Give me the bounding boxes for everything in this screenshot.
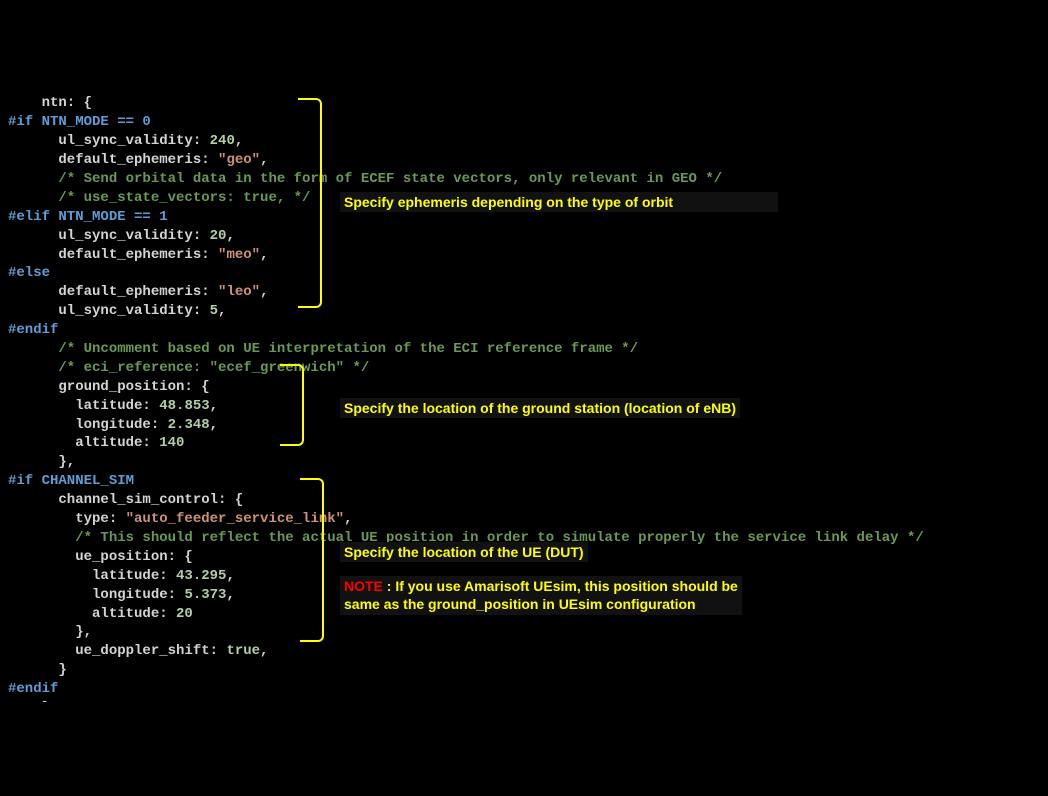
code-line: altitude: xyxy=(8,606,176,622)
annotation-note: NOTE : If you use Amarisoft UEsim, this … xyxy=(340,576,742,616)
code-line: ntn: { xyxy=(8,95,92,111)
code-line: altitude: xyxy=(8,435,159,451)
code-line: latitude: xyxy=(8,568,176,584)
punct: , xyxy=(235,133,243,149)
number: 20 xyxy=(210,228,227,244)
preprocessor-elif: #elif NTN_MODE == 1 xyxy=(8,209,168,225)
number: 43.295 xyxy=(176,568,226,584)
number: 20 xyxy=(176,606,193,622)
punct: , xyxy=(260,643,268,659)
annotation-ground: Specify the location of the ground stati… xyxy=(340,398,740,419)
punct: , xyxy=(210,398,218,414)
punct: , xyxy=(226,568,234,584)
annotation-ue: Specify the location of the UE (DUT) xyxy=(340,542,588,563)
annotation-ephemeris: Specify ephemeris depending on the type … xyxy=(340,192,778,213)
comment: /* Uncomment based on UE interpretation … xyxy=(8,341,638,357)
code-line: ue_doppler_shift: xyxy=(8,643,226,659)
code-line: }, xyxy=(8,700,58,702)
code-line: default_ephemeris: xyxy=(8,284,218,300)
brace-annotation-2 xyxy=(280,364,304,446)
number: 48.853 xyxy=(159,398,209,414)
code-line: latitude: xyxy=(8,398,159,414)
punct: , xyxy=(260,284,268,300)
comment: /* use_state_vectors: true, */ xyxy=(8,190,310,206)
punct: , xyxy=(218,303,226,319)
code-viewer: ntn: { #if NTN_MODE == 0 ul_sync_validit… xyxy=(0,76,1048,702)
code-line: ul_sync_validity: xyxy=(8,228,210,244)
punct: , xyxy=(260,247,268,263)
code-line: } xyxy=(8,662,67,678)
code-line: default_ephemeris: xyxy=(8,247,218,263)
code-line: ue_position: { xyxy=(8,549,193,565)
code-line: longitude: xyxy=(8,417,168,433)
punct: , xyxy=(226,228,234,244)
punct: , xyxy=(226,587,234,603)
code-line: ul_sync_validity: xyxy=(8,133,210,149)
code-line: default_ephemeris: xyxy=(8,152,218,168)
punct: , xyxy=(344,511,352,527)
number: 140 xyxy=(159,435,184,451)
code-line: ground_position: { xyxy=(8,379,210,395)
number: 240 xyxy=(210,133,235,149)
bool: true xyxy=(226,643,260,659)
string: "meo" xyxy=(218,247,260,263)
code-line: ul_sync_validity: xyxy=(8,303,210,319)
code-line: channel_sim_control: { xyxy=(8,492,243,508)
preprocessor-if: #if CHANNEL_SIM xyxy=(8,473,134,489)
string: "leo" xyxy=(218,284,260,300)
preprocessor-if: #if NTN_MODE == 0 xyxy=(8,114,151,130)
number: 2.348 xyxy=(168,417,210,433)
preprocessor-else: #else xyxy=(8,265,50,281)
number: 5.373 xyxy=(184,587,226,603)
number: 5 xyxy=(210,303,218,319)
punct: , xyxy=(260,152,268,168)
code-line: }, xyxy=(8,454,75,470)
preprocessor-endif: #endif xyxy=(8,681,58,697)
punct: , xyxy=(210,417,218,433)
brace-annotation-1 xyxy=(298,98,322,308)
string: "geo" xyxy=(218,152,260,168)
code-line: }, xyxy=(8,624,92,640)
preprocessor-endif: #endif xyxy=(8,322,58,338)
code-line: longitude: xyxy=(8,587,184,603)
comment: /* Send orbital data in the form of ECEF… xyxy=(8,171,722,187)
comment: /* eci_reference: "ecef_greenwich" */ xyxy=(8,360,369,376)
brace-annotation-3 xyxy=(300,478,324,642)
code-line: type: xyxy=(8,511,126,527)
